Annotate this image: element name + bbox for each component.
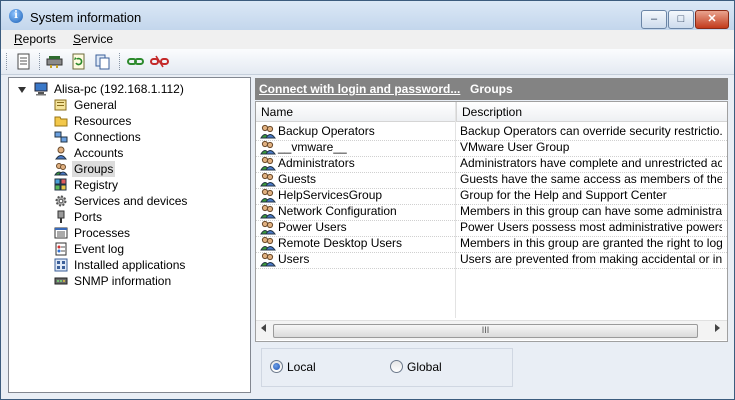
connect-login-link[interactable]: Connect with login and password... (259, 82, 460, 96)
horizontal-scrollbar[interactable]: III (256, 320, 727, 340)
processes-icon (54, 227, 68, 239)
tree-view[interactable]: Alisa-pc (192.168.1.112) General Resourc… (8, 77, 251, 393)
user-icon (55, 146, 67, 160)
event-log-icon (55, 242, 67, 256)
snmp-icon (54, 277, 68, 285)
tree-item-label: Ports (74, 210, 103, 224)
report-icon[interactable] (14, 52, 33, 71)
tree-item-label: Installed applications (74, 258, 186, 272)
table-row[interactable]: Users Users are prevented from making acc… (256, 251, 727, 269)
tree-item-label: Services and devices (74, 194, 188, 208)
group-icon (260, 140, 276, 155)
registry-icon (54, 178, 67, 191)
tree-item-label: Connections (74, 130, 141, 144)
close-button[interactable]: ✕ (695, 10, 729, 29)
copy-icon[interactable] (93, 52, 112, 71)
menu-reports[interactable]: Reports (14, 32, 56, 46)
toolbar-grip[interactable] (6, 53, 9, 70)
connections-icon (54, 131, 68, 143)
group-description: Administrators have complete and unrestr… (460, 156, 722, 170)
menu-reports-label: eports (22, 32, 57, 46)
group-name: HelpServicesGroup (278, 188, 383, 202)
folder-icon (54, 116, 68, 127)
group-description: Guests have the same access as members o… (460, 172, 722, 186)
radio-local[interactable] (270, 360, 284, 374)
scroll-thumb[interactable]: III (273, 324, 698, 338)
toolbar (1, 49, 734, 75)
group-description: Group for the Help and Support Center (460, 188, 667, 202)
tree-root-computer[interactable]: Alisa-pc (192.168.1.112) (34, 81, 244, 97)
tree-item-label: Groups (72, 161, 116, 177)
group-icon (260, 236, 276, 251)
menu-service-accelerator: S (73, 32, 82, 46)
tree-item-label: Accounts (74, 146, 124, 160)
column-header-description[interactable]: Description (456, 102, 727, 122)
tree-root-label: Alisa-pc (192.168.1.112) (54, 82, 184, 96)
port-plug-icon (57, 210, 65, 223)
group-name: Guests (278, 172, 317, 186)
group-icon (260, 188, 276, 203)
groups-list[interactable]: Name Description Backup Operators Backup … (255, 101, 728, 342)
title-bar[interactable]: i System information – □ ✕ (1, 1, 734, 30)
content-panel: Connect with login and password... Group… (251, 77, 728, 391)
radio-global-label[interactable]: Global (407, 360, 442, 374)
installed-apps-icon (54, 258, 68, 272)
radio-selected-dot (273, 363, 280, 370)
gear-icon (55, 195, 67, 207)
tree-item-label: Processes (74, 226, 131, 240)
collapse-arrow-icon[interactable] (18, 87, 26, 93)
group-description: Members in this group are granted the ri… (460, 236, 722, 250)
group-description: Backup Operators can override security r… (460, 124, 722, 138)
group-name: Backup Operators (278, 124, 375, 138)
group-description: Users are prevented from making accident… (460, 252, 722, 266)
minimize-button[interactable]: – (641, 10, 667, 29)
disconnect-icon[interactable] (150, 52, 169, 71)
group-icon (260, 124, 276, 139)
tree-item-label: Registry (74, 178, 119, 192)
tree-item-label: General (74, 98, 117, 112)
maximize-button[interactable]: □ (668, 10, 694, 29)
group-icon (260, 156, 276, 171)
group-description: Power Users possess most administrative … (460, 220, 722, 234)
scope-radio-group: Local Global (261, 348, 513, 387)
section-title: Groups (470, 82, 513, 96)
group-name: __vmware__ (278, 140, 347, 154)
group-icon (54, 163, 68, 176)
group-icon (260, 252, 276, 267)
window-title: System information (30, 10, 142, 25)
group-icon (260, 204, 276, 219)
column-header-name[interactable]: Name (256, 102, 456, 122)
group-icon (260, 220, 276, 235)
main-window: i System information – □ ✕ Reports Servi… (0, 0, 735, 400)
radio-local-label[interactable]: Local (287, 360, 316, 374)
general-icon (54, 99, 67, 111)
toolbar-separator (119, 53, 122, 70)
radio-circle (390, 360, 403, 373)
menu-bar: Reports Service (1, 30, 734, 49)
tree-item-label: SNMP information (74, 274, 172, 288)
refresh-icon[interactable] (69, 52, 88, 71)
group-name: Power Users (278, 220, 347, 234)
tree-item-label: Event log (74, 242, 125, 256)
scroll-left-icon[interactable] (261, 324, 266, 332)
connect-icon[interactable] (126, 52, 145, 71)
menu-service-label: ervice (81, 32, 114, 46)
radio-global[interactable] (390, 360, 404, 374)
menu-service[interactable]: Service (73, 32, 113, 46)
group-name: Administrators (278, 156, 355, 170)
group-name: Network Configuration (278, 204, 397, 218)
group-name: Users (278, 252, 310, 266)
info-icon: i (9, 9, 23, 23)
scroll-right-icon[interactable] (715, 324, 720, 332)
group-name: Remote Desktop Users (278, 236, 403, 250)
network-card-icon[interactable] (45, 52, 64, 71)
computer-icon (34, 82, 48, 96)
toolbar-separator (39, 53, 42, 70)
menu-reports-accelerator: R (14, 32, 23, 46)
section-header: Connect with login and password... Group… (255, 78, 728, 100)
group-description: Members in this group can have some admi… (460, 204, 722, 218)
group-icon (260, 172, 276, 187)
tree-item-label: Resources (74, 114, 132, 128)
group-description: VMware User Group (460, 140, 570, 154)
